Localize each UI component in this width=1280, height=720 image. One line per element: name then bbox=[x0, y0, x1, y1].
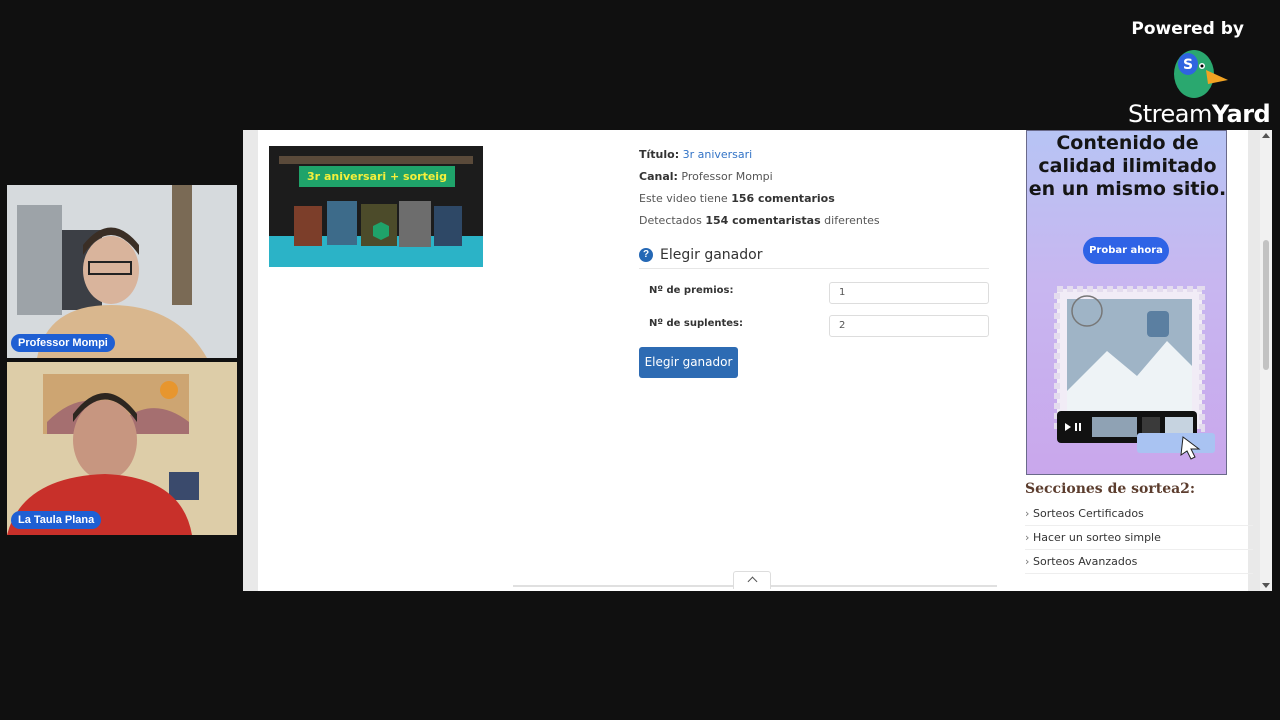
participant-name-tag: Professor Mompi bbox=[11, 334, 115, 352]
sidebar-title: Secciones de sortea2: bbox=[1025, 481, 1196, 497]
video-title-link[interactable]: 3r aniversari bbox=[683, 148, 753, 161]
choose-winner-header: ? Elegir ganador bbox=[639, 247, 989, 269]
choose-winner-button[interactable]: Elegir ganador bbox=[639, 347, 738, 378]
participant-video-2 bbox=[7, 362, 237, 535]
participant-video-1 bbox=[7, 185, 237, 358]
section-title: Elegir ganador bbox=[660, 247, 763, 263]
commenters-prefix: Detectados bbox=[639, 214, 702, 227]
streamyard-wordmark: StreamYard bbox=[1128, 100, 1271, 128]
svg-text:S: S bbox=[1183, 57, 1193, 73]
participant-tile: La Taula Plana bbox=[7, 362, 237, 535]
sidebar-item-certified[interactable]: Sorteos Certificados bbox=[1025, 502, 1253, 526]
prizes-input[interactable]: 1 bbox=[829, 282, 989, 304]
scroll-to-top-button[interactable] bbox=[733, 571, 771, 589]
scrollbar-thumb[interactable] bbox=[1263, 240, 1269, 370]
sidebar-item-advanced[interactable]: Sorteos Avanzados bbox=[1025, 550, 1253, 574]
channel-value: Professor Mompi bbox=[681, 170, 773, 183]
advertisement[interactable]: Contenido de calidad ilimitado en un mis… bbox=[1026, 130, 1227, 475]
participant-name-tag: La Taula Plana bbox=[11, 511, 102, 529]
comments-prefix: Este video tiene bbox=[639, 192, 728, 205]
commenters-suffix: diferentes bbox=[824, 214, 880, 227]
ad-illustration bbox=[1054, 286, 1215, 460]
powered-by-text: Powered by bbox=[1131, 19, 1244, 39]
thumbnail-title: 3r aniversari + sorteig bbox=[299, 166, 455, 187]
vertical-scrollbar[interactable] bbox=[1260, 130, 1272, 591]
comments-count: 156 comentarios bbox=[731, 192, 835, 205]
alternates-input[interactable]: 2 bbox=[829, 315, 989, 337]
scroll-down-icon[interactable] bbox=[1262, 583, 1270, 588]
video-info: Título: 3r aniversari Canal: Professor M… bbox=[639, 146, 880, 234]
alternates-label: Nº de suplentes: bbox=[649, 318, 743, 329]
video-thumbnail[interactable]: 3r aniversari + sorteig bbox=[269, 146, 483, 267]
channel-label: Canal: bbox=[639, 170, 678, 183]
web-page: 3r aniversari + sorteig Título: 3r anive… bbox=[258, 130, 1253, 591]
title-label: Título: bbox=[639, 148, 680, 161]
scroll-up-icon[interactable] bbox=[1262, 133, 1270, 138]
prizes-label: Nº de premios: bbox=[649, 285, 734, 296]
thumbnail-image bbox=[269, 146, 483, 267]
shared-screen: 3r aniversari + sorteig Título: 3r anive… bbox=[243, 130, 1272, 591]
participant-tile: Professor Mompi bbox=[7, 185, 237, 358]
ad-cta-button[interactable]: Probar ahora bbox=[1083, 237, 1169, 264]
sidebar-item-simple[interactable]: Hacer un sorteo simple bbox=[1025, 526, 1253, 550]
commenters-count: 154 comentaristas bbox=[705, 214, 821, 227]
sidebar-links: Sorteos Certificados Hacer un sorteo sim… bbox=[1025, 502, 1253, 574]
streamyard-duck-logo: S bbox=[1174, 50, 1228, 98]
question-icon[interactable]: ? bbox=[639, 248, 653, 262]
chevron-up-icon bbox=[747, 576, 757, 587]
ad-headline: Contenido de calidad ilimitado en un mis… bbox=[1028, 132, 1227, 200]
